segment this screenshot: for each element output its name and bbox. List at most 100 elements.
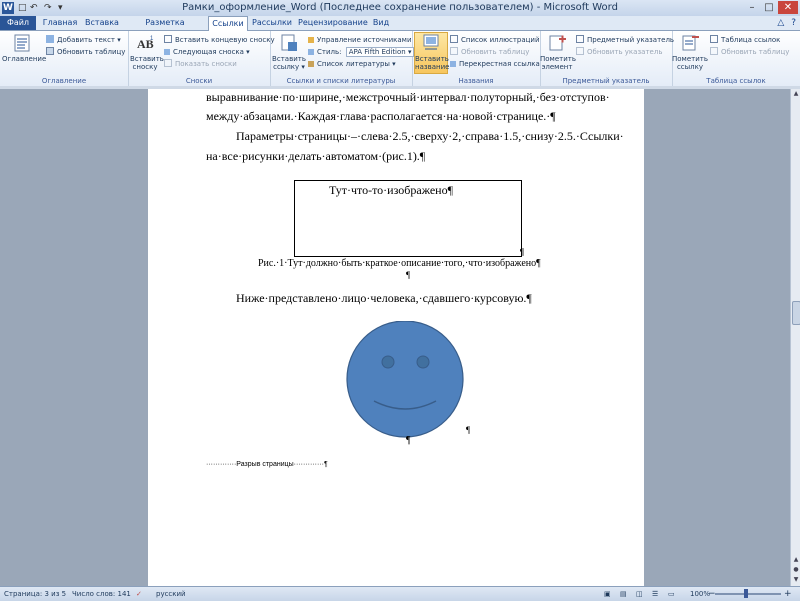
draft-view-icon[interactable]: ▭ xyxy=(668,587,675,601)
scroll-up-icon[interactable]: ▲ xyxy=(791,89,800,98)
group-label-footnotes: Сноски xyxy=(185,77,213,85)
tab-insert[interactable]: Вставка xyxy=(82,16,122,30)
next-page-icon[interactable]: ▼ xyxy=(791,575,800,584)
print-layout-view-icon[interactable]: ▣ xyxy=(604,587,611,601)
window-title: Рамки_оформление_Word (Последнее сохране… xyxy=(182,2,618,13)
show-notes-button[interactable]: Показать сноски xyxy=(164,59,237,69)
previous-page-icon[interactable]: ▲ xyxy=(791,555,800,564)
zoom-slider[interactable] xyxy=(715,589,781,598)
insert-caption-icon xyxy=(423,34,439,50)
mark-entry-button[interactable]: Пометить элемент xyxy=(540,33,576,71)
help-area: △ ? xyxy=(777,16,796,30)
frame-paragraph-mark: ¶ xyxy=(520,247,525,257)
mark-citation-label: Пометить ссылку xyxy=(672,55,708,71)
show-notes-icon xyxy=(164,59,172,67)
ribbon: Оглавление Добавить текст ▾ Обновить таб… xyxy=(0,31,800,87)
update-index-button[interactable]: Обновить указатель xyxy=(576,47,662,57)
full-screen-view-icon[interactable]: ▤ xyxy=(620,587,627,601)
group-label-index: Предметный указатель xyxy=(562,77,650,85)
group-label-authorities: Таблица ссылок xyxy=(706,77,766,85)
ribbon-tabs: Файл Главная Вставка Разметка страницы С… xyxy=(0,16,800,41)
insert-index-icon xyxy=(576,35,584,43)
zoom-slider-knob[interactable] xyxy=(744,589,748,598)
cross-reference-button[interactable]: Перекрестная ссылка xyxy=(450,59,540,69)
tab-mailings[interactable]: Рассылки xyxy=(250,16,294,30)
minimize-button[interactable]: – xyxy=(744,1,760,14)
update-figures-button[interactable]: Обновить таблицу xyxy=(450,47,529,57)
close-button[interactable]: ✕ xyxy=(778,1,798,14)
toc-button[interactable]: Оглавление xyxy=(2,33,46,63)
status-bar: Страница: 3 из 5 Число слов: 141 ✓ русск… xyxy=(0,586,800,601)
mark-citation-icon xyxy=(682,35,699,51)
paragraph-line-4: на·все·рисунки·делать·автоматом·(рис.1).… xyxy=(206,149,426,163)
insert-caption-label: Вставить название xyxy=(415,55,450,71)
tab-file[interactable]: Файл xyxy=(0,16,36,30)
paragraph-line-3: Параметры·страницы·–·слева·2.5,·сверху·2… xyxy=(236,129,624,143)
paragraph-line-2: между·абзацами.·Каждая·глава·располагает… xyxy=(206,109,556,123)
face-paragraph-mark-right: ¶ xyxy=(466,425,471,435)
update-toc-button[interactable]: Обновить таблицу xyxy=(46,47,125,57)
style-dropdown[interactable]: APA Fifth Edition ▾ xyxy=(345,47,415,57)
document-page[interactable]: выравнивание·по·ширине,·межстрочный·инте… xyxy=(148,89,644,586)
proofing-icon[interactable]: ✓ xyxy=(136,587,146,601)
footnote-icon: AB1 xyxy=(137,36,154,51)
group-label-toc: Оглавление xyxy=(41,77,87,85)
zoom-level[interactable]: 100% xyxy=(690,587,710,601)
bibliography-button[interactable]: Список литературы ▾ xyxy=(308,59,396,69)
mark-citation-button[interactable]: Пометить ссылку xyxy=(672,33,708,71)
mark-entry-label: Пометить элемент xyxy=(540,55,576,71)
table-of-figures-icon xyxy=(450,35,458,43)
group-label-citations: Ссылки и списки литературы xyxy=(286,77,396,85)
manage-sources-button[interactable]: Управление источниками xyxy=(308,35,412,45)
update-toc-icon xyxy=(46,47,54,55)
language-indicator[interactable]: русский xyxy=(156,587,186,601)
face-paragraph-mark-bottom: ¶ xyxy=(406,435,411,446)
insert-footnote-button[interactable]: AB 1 Вставить сноску xyxy=(130,33,164,71)
insert-authorities-icon xyxy=(710,35,718,43)
page-count[interactable]: Страница: 3 из 5 xyxy=(4,587,66,601)
maximize-button[interactable]: □ xyxy=(762,1,776,14)
insert-caption-button[interactable]: Вставить название xyxy=(414,32,450,74)
next-footnote-button[interactable]: Следующая сноска ▾ xyxy=(164,47,250,57)
help-icon[interactable]: ? xyxy=(791,18,796,28)
group-label-captions: Названия xyxy=(458,77,494,85)
collapse-ribbon-icon[interactable]: △ xyxy=(777,18,784,28)
endnote-icon xyxy=(164,35,172,43)
tab-page-layout[interactable]: Разметка страницы xyxy=(124,16,206,41)
right-eye xyxy=(416,355,430,369)
table-of-figures-button[interactable]: Список иллюстраций xyxy=(450,35,540,45)
style-selector[interactable]: Стиль: APA Fifth Edition ▾ xyxy=(308,47,415,57)
paragraph-line-5: Ниже·представлено·лицо·человека,·сдавшег… xyxy=(236,291,532,305)
web-layout-view-icon[interactable]: ◫ xyxy=(636,587,643,601)
figure-caption: Рис.·1·Тут·должно·быть·краткое·описание·… xyxy=(258,258,541,269)
tab-home[interactable]: Главная xyxy=(40,16,80,30)
insert-endnote-button[interactable]: Вставить концевую сноску xyxy=(164,35,275,45)
group-footnotes: AB 1 Вставить сноску Вставить концевую сн… xyxy=(128,31,275,86)
vertical-scrollbar[interactable]: ▲ ▲ ● ▼ xyxy=(790,89,800,586)
image-frame[interactable]: Тут·что-то·изображено¶ xyxy=(294,180,522,257)
document-area: выравнивание·по·ширине,·межстрочный·инте… xyxy=(0,89,790,586)
insert-citation-button[interactable]: Вставить ссылку ▾ xyxy=(272,33,306,71)
next-footnote-icon xyxy=(164,49,170,55)
tab-view[interactable]: Вид xyxy=(368,16,394,30)
left-eye xyxy=(381,355,395,369)
browse-object-icon[interactable]: ● xyxy=(791,565,800,574)
word-count[interactable]: Число слов: 141 xyxy=(72,587,131,601)
smiley-face-shape[interactable] xyxy=(346,321,468,441)
group-index: Пометить элемент Предметный указатель Об… xyxy=(540,31,674,86)
add-text-button[interactable]: Добавить текст ▾ xyxy=(46,35,121,45)
insert-authorities-button[interactable]: Таблица ссылок xyxy=(710,35,780,45)
tab-references[interactable]: Ссылки xyxy=(208,16,248,31)
outline-view-icon[interactable]: ☰ xyxy=(652,587,658,601)
scroll-thumb[interactable] xyxy=(792,301,800,325)
frame-text: Тут·что-то·изображено¶ xyxy=(329,183,454,197)
zoom-in-button[interactable]: + xyxy=(784,587,792,601)
tab-review[interactable]: Рецензирование xyxy=(298,16,368,30)
page-break-marker: ·············Разрыв страницы············… xyxy=(206,461,328,468)
style-label: Стиль: xyxy=(317,48,342,56)
group-authorities: Пометить ссылку Таблица ссылок Обновить … xyxy=(672,31,800,86)
update-authorities-button[interactable]: Обновить таблицу xyxy=(710,47,789,57)
insert-index-button[interactable]: Предметный указатель xyxy=(576,35,674,45)
update-authorities-icon xyxy=(710,47,718,55)
paragraph-line-1: выравнивание·по·ширине,·межстрочный·инте… xyxy=(206,90,610,104)
